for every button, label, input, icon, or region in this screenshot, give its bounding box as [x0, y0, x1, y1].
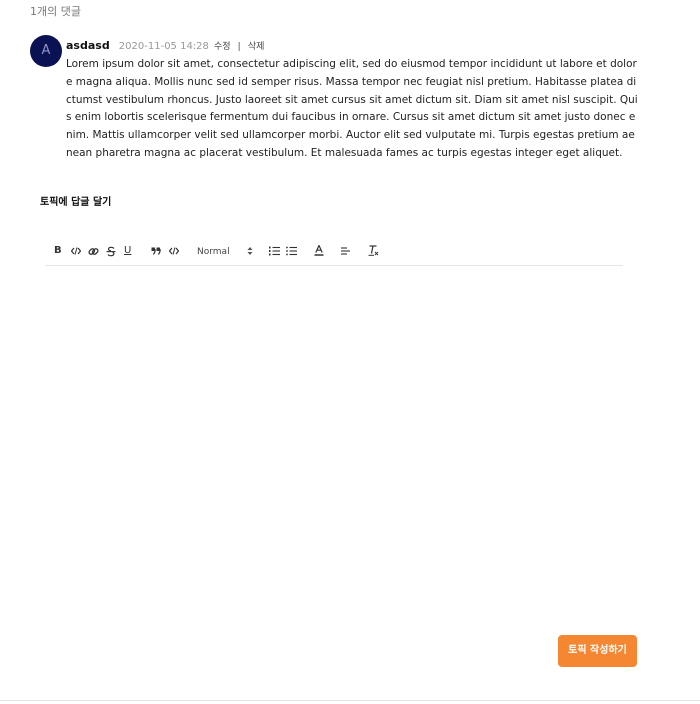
comment-body: Lorem ipsum dolor sit amet, consectetur … — [66, 58, 638, 159]
reply-section-title: 토픽에 답글 달기 — [40, 197, 112, 208]
submit-topic-button[interactable]: 토픽 작성하기 — [558, 635, 637, 667]
code-icon[interactable] — [71, 247, 81, 255]
strike-icon[interactable] — [106, 246, 116, 257]
align-icon[interactable] — [341, 247, 351, 255]
ordered-list-icon[interactable] — [269, 246, 280, 256]
code-block-icon[interactable] — [169, 247, 179, 255]
comment-author: asdasd — [66, 39, 110, 52]
avatar: A — [30, 35, 62, 67]
bullet-list-icon[interactable] — [286, 246, 297, 256]
editor-content-area[interactable] — [45, 267, 623, 617]
editor-toolbar: B U Normal — [45, 240, 623, 266]
link-icon[interactable] — [88, 246, 99, 257]
chevron-updown-icon[interactable] — [247, 246, 253, 256]
blockquote-icon[interactable] — [151, 247, 161, 255]
edit-comment-link[interactable]: 수정 — [214, 42, 231, 52]
comment-timestamp: 2020-11-05 14:28 — [118, 41, 209, 52]
text-color-icon[interactable] — [314, 245, 324, 256]
delete-comment-link[interactable]: 삭제 — [248, 42, 265, 52]
underline-button[interactable]: U — [124, 244, 131, 258]
meta-separator: | — [237, 42, 241, 52]
comment-count: 1개의 댓글 — [30, 5, 81, 18]
comment-meta: asdasd 2020-11-05 14:28 수정 | 삭제 — [66, 37, 264, 54]
header-select[interactable]: Normal — [197, 245, 230, 259]
footer-divider — [0, 700, 700, 701]
bold-button[interactable]: B — [54, 244, 62, 258]
clear-format-icon[interactable] — [368, 245, 379, 256]
